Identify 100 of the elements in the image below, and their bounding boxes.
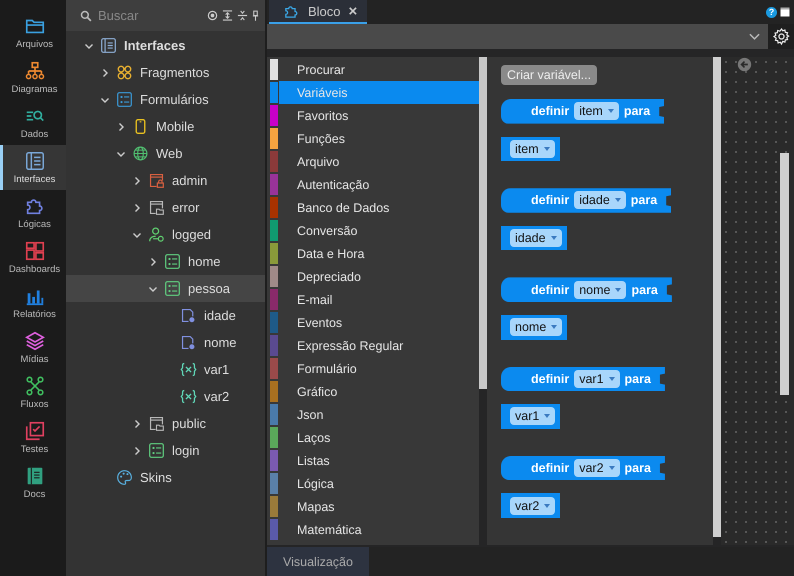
- category-item[interactable]: Procurar: [267, 58, 479, 81]
- category-item[interactable]: Depreciado: [267, 265, 479, 288]
- maximize-icon[interactable]: [780, 7, 790, 17]
- chevron-right-icon[interactable]: [132, 176, 142, 186]
- category-item[interactable]: Listas: [267, 449, 479, 472]
- scrollbar[interactable]: [780, 153, 789, 395]
- tree-item[interactable]: idade: [66, 302, 265, 329]
- category-item[interactable]: Banco de Dados: [267, 196, 479, 219]
- form-icon: [164, 253, 181, 270]
- get-variable-block[interactable]: idade: [501, 226, 567, 250]
- chevron-right-icon[interactable]: [132, 446, 142, 456]
- caret-icon: [614, 198, 621, 202]
- window-list-icon: [100, 37, 117, 54]
- set-variable-block[interactable]: definir var1 para: [501, 366, 665, 392]
- sidebar-item[interactable]: Arquivos: [0, 10, 66, 55]
- tree-item[interactable]: var2: [66, 383, 265, 410]
- scrollbar[interactable]: [713, 57, 721, 537]
- tree-item[interactable]: Skins: [66, 464, 265, 491]
- variable-dropdown[interactable]: var2: [510, 496, 556, 515]
- caret-icon: [544, 414, 550, 418]
- caret-icon: [608, 466, 615, 470]
- category-item[interactable]: Mapas: [267, 495, 479, 518]
- editor-tab[interactable]: Bloco ×: [269, 0, 368, 24]
- variable-dropdown[interactable]: item: [510, 140, 555, 158]
- sidebar-item[interactable]: Diagramas: [0, 55, 66, 100]
- view-tab[interactable]: Visualização: [267, 547, 369, 576]
- tree-item[interactable]: home: [66, 248, 265, 275]
- category-item[interactable]: Favoritos: [267, 104, 479, 127]
- get-variable-block[interactable]: nome: [501, 314, 568, 340]
- tree-item[interactable]: admin: [66, 167, 265, 194]
- window-folder-icon: [148, 415, 165, 432]
- close-button[interactable]: ×: [348, 2, 358, 20]
- search-bar[interactable]: Buscar: [66, 0, 265, 31]
- category-item[interactable]: Arquivo: [267, 150, 479, 173]
- chevron-right-icon[interactable]: [132, 418, 142, 428]
- variable-dropdown[interactable]: var1: [574, 370, 620, 388]
- category-item[interactable]: Eventos: [267, 311, 479, 334]
- sidebar-item[interactable]: Interfaces: [0, 145, 66, 190]
- tree-item[interactable]: Interfaces: [66, 32, 265, 59]
- tree-item[interactable]: login: [66, 437, 265, 464]
- set-variable-block[interactable]: definir item para: [501, 99, 664, 124]
- tree-item[interactable]: Formulários: [66, 86, 265, 113]
- category-item[interactable]: Gráfico: [267, 380, 479, 403]
- category-item[interactable]: E-mail: [267, 288, 479, 311]
- tree-item[interactable]: error: [66, 194, 265, 221]
- category-item[interactable]: Funções: [267, 127, 479, 150]
- sidebar-item[interactable]: Docs: [0, 460, 66, 505]
- sidebar-item[interactable]: Testes: [0, 415, 66, 460]
- sidebar-item[interactable]: Fluxos: [0, 370, 66, 415]
- target-icon[interactable]: [207, 10, 218, 21]
- category-item[interactable]: Expressão Regular: [267, 334, 479, 357]
- set-variable-block[interactable]: definir var2 para: [501, 456, 665, 480]
- chevron-right-icon[interactable]: [116, 122, 126, 132]
- collapse-all-icon[interactable]: [237, 10, 248, 21]
- search-field[interactable]: Buscar: [92, 8, 203, 23]
- get-variable-block[interactable]: var2: [501, 493, 560, 518]
- sidebar-item[interactable]: Dados: [0, 100, 66, 145]
- set-variable-block[interactable]: definir idade para: [501, 188, 672, 213]
- chevron-right-icon[interactable]: [148, 256, 158, 266]
- form-icon: [116, 91, 133, 108]
- chevron-right-icon[interactable]: [132, 202, 142, 212]
- category-item[interactable]: Autenticação: [267, 173, 479, 196]
- expand-all-icon[interactable]: [222, 10, 233, 21]
- pin-icon[interactable]: [252, 10, 259, 21]
- set-variable-block[interactable]: definir nome para: [501, 277, 672, 302]
- tree-item[interactable]: var1: [66, 356, 265, 383]
- tree-item[interactable]: nome: [66, 329, 265, 356]
- variable-icon: [180, 388, 197, 405]
- window-folder-icon: [148, 199, 165, 216]
- tree-item[interactable]: logged: [66, 221, 265, 248]
- variable-dropdown[interactable]: item: [574, 102, 619, 120]
- category-item[interactable]: Lógica: [267, 472, 479, 495]
- tree-item[interactable]: pessoa: [66, 275, 265, 302]
- sidebar-item[interactable]: Mídias: [0, 325, 66, 370]
- category-item[interactable]: Matemática: [267, 518, 479, 541]
- chevron-right-icon[interactable]: [100, 68, 110, 78]
- sidebar-item[interactable]: Lógicas: [0, 190, 66, 235]
- window-lock-icon: [148, 172, 165, 189]
- variable-dropdown[interactable]: var1: [510, 407, 556, 426]
- sidebar-item[interactable]: Relatórios: [0, 280, 66, 325]
- variable-dropdown[interactable]: nome: [510, 318, 562, 336]
- scrollbar[interactable]: [479, 57, 487, 389]
- caret-icon: [608, 376, 615, 381]
- tree-item[interactable]: public: [66, 410, 265, 437]
- get-variable-block[interactable]: var1: [501, 404, 560, 429]
- get-variable-block[interactable]: item: [501, 136, 560, 162]
- category-item[interactable]: Data e Hora: [267, 242, 479, 265]
- tree-item[interactable]: Web: [66, 140, 265, 167]
- settings-icon[interactable]: [772, 27, 791, 46]
- tree-item[interactable]: Fragmentos: [66, 59, 265, 86]
- sidebar-item[interactable]: Dashboards: [0, 235, 66, 280]
- variable-dropdown[interactable]: idade: [574, 191, 626, 210]
- category-item[interactable]: Formulário: [267, 357, 479, 380]
- variable-dropdown[interactable]: idade: [510, 229, 562, 248]
- variable-dropdown[interactable]: nome: [574, 280, 626, 299]
- tree-item[interactable]: Mobile: [66, 113, 265, 140]
- category-item[interactable]: Json: [267, 403, 479, 426]
- category-item[interactable]: Conversão: [267, 219, 479, 242]
- category-item[interactable]: Laços: [267, 426, 479, 449]
- variable-dropdown[interactable]: var2: [574, 459, 620, 478]
